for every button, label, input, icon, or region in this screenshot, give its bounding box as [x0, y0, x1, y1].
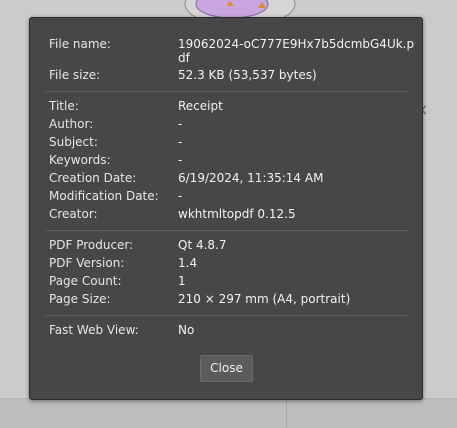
page-size-value: 210 × 297 mm (A4, portrait): [178, 292, 351, 306]
pdf-version-value: 1.4: [178, 256, 198, 270]
creation-date-label: Creation Date:: [49, 171, 137, 185]
creation-date-value: 6/19/2024, 11:35:14 AM: [178, 171, 324, 185]
title-label: Title:: [49, 99, 79, 113]
modification-date-label: Modification Date:: [49, 189, 159, 203]
fast-web-view-value: No: [178, 323, 195, 337]
page-count-label: Page Count:: [49, 274, 122, 288]
keywords-label: Keywords:: [49, 153, 111, 167]
title-value: Receipt: [178, 99, 223, 113]
file-size-label: File size:: [49, 68, 101, 82]
subject-label: Subject:: [49, 135, 98, 149]
section-divider: [45, 230, 407, 231]
section-divider: [45, 315, 407, 316]
file-name-row: File name: 19062024-oC777E9Hx7b5dcmbG4Uk…: [49, 37, 414, 67]
file-name-value: 19062024-oC777E9Hx7b5dcmbG4Uk.pdf: [178, 37, 415, 65]
bottom-toolbar-divider: [286, 398, 287, 428]
modification-date-value: -: [178, 189, 183, 203]
pdf-version-label: PDF Version:: [49, 256, 125, 270]
close-button[interactable]: Close: [200, 355, 253, 382]
page-size-label: Page Size:: [49, 292, 111, 306]
page-count-value: 1: [178, 274, 186, 288]
file-size-value: 52.3 KB (53,537 bytes): [178, 68, 317, 82]
pdf-producer-value: Qt 4.8.7: [178, 238, 227, 252]
pdf-producer-label: PDF Producer:: [49, 238, 134, 252]
author-label: Author:: [49, 117, 94, 131]
document-properties-dialog: File name: 19062024-oC777E9Hx7b5dcmbG4Uk…: [29, 17, 423, 400]
creator-value: wkhtmltopdf 0.12.5: [178, 207, 296, 221]
section-divider: [45, 91, 407, 92]
subject-value: -: [178, 135, 183, 149]
bottom-toolbar-strip: [0, 398, 457, 428]
author-value: -: [178, 117, 183, 131]
file-name-label: File name:: [49, 37, 111, 51]
keywords-value: -: [178, 153, 183, 167]
creator-label: Creator:: [49, 207, 98, 221]
fast-web-view-label: Fast Web View:: [49, 323, 139, 337]
